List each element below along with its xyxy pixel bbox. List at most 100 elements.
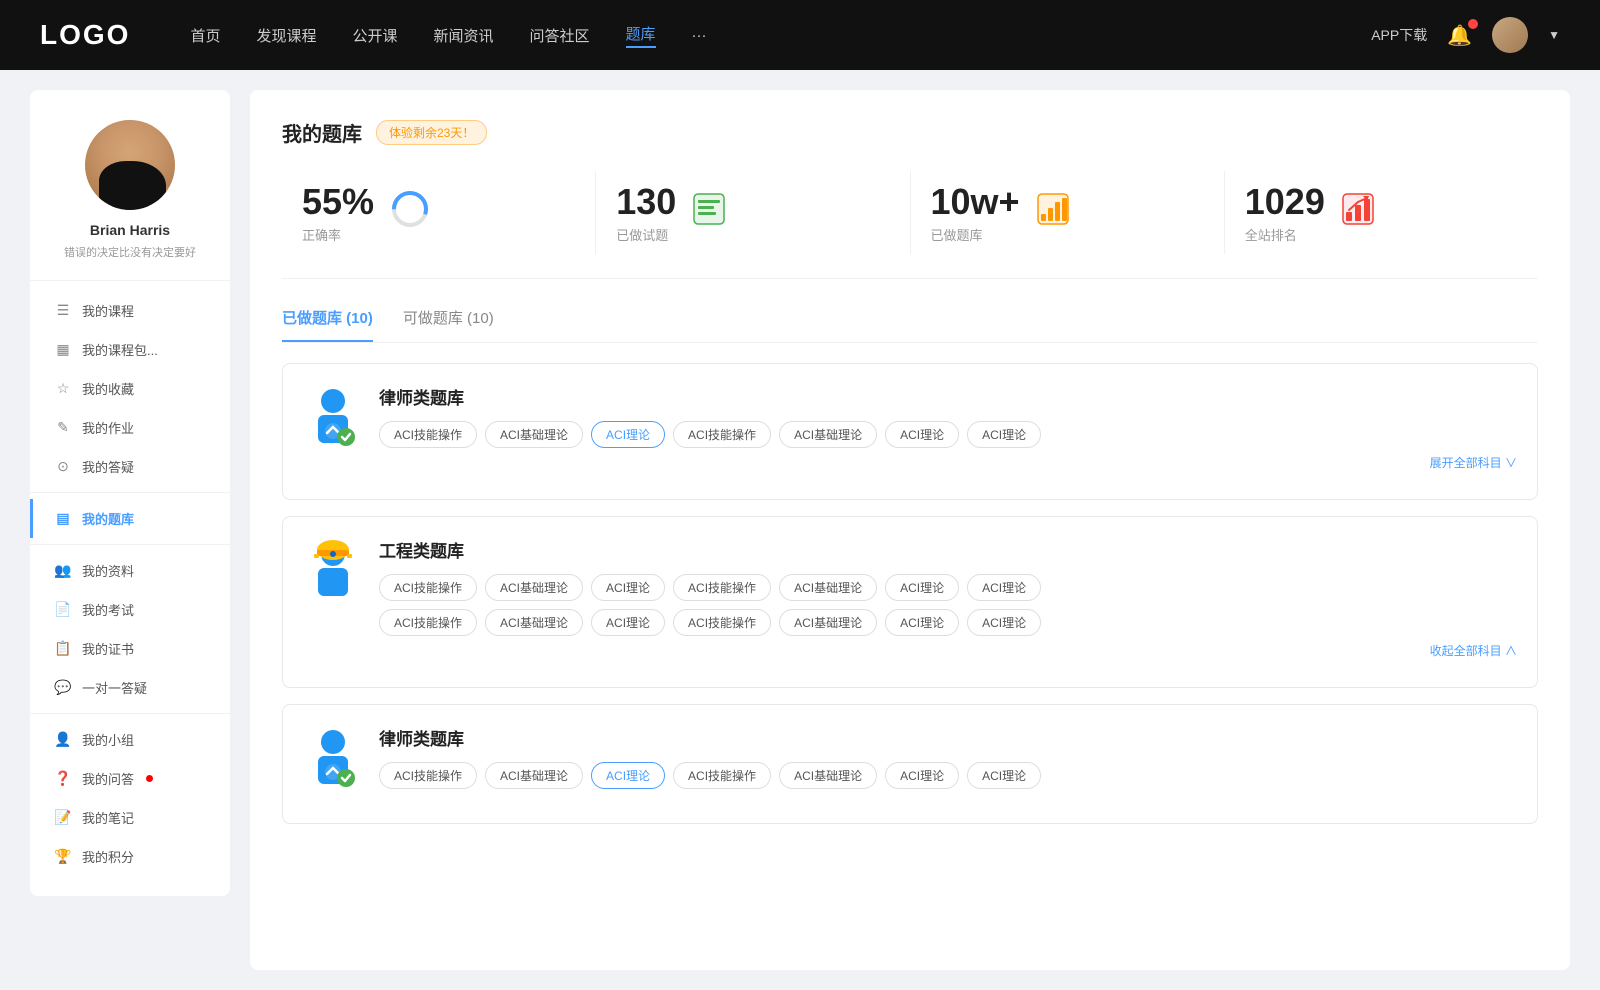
sidebar-item-1on1[interactable]: 💬 一对一答疑 [30,668,230,707]
avatar[interactable] [1492,17,1528,53]
stat-done-questions: 130 已做试题 [596,171,910,254]
bank-header: 律师类题库 ACI技能操作 ACI基础理论 ACI理论 ACI技能操作 ACI基… [303,384,1517,471]
bank-tag[interactable]: ACI理论 [885,762,959,789]
bank-tag[interactable]: ACI技能操作 [673,421,771,448]
accuracy-chart-icon [390,189,430,236]
stat-done-questions-label: 已做试题 [616,225,676,244]
bank-tag[interactable]: ACI技能操作 [673,762,771,789]
sidebar-item-exam[interactable]: 📄 我的考试 [30,590,230,629]
sidebar-item-group[interactable]: 👤 我的小组 [30,720,230,759]
sidebar-item-course-packages[interactable]: ▦ 我的课程包... [30,330,230,369]
myqa-icon: ❓ [54,770,72,787]
question-bank-icon: ▤ [54,510,72,527]
bank-tag[interactable]: ACI基础理论 [779,762,877,789]
notification-bell-icon[interactable]: 🔔 [1447,23,1472,48]
bank-tag[interactable]: ACI技能操作 [379,609,477,636]
bank-title: 工程类题库 [379,537,1517,562]
sidebar-item-label: 我的答疑 [82,457,134,476]
sidebar-item-courses[interactable]: ☰ 我的课程 [30,291,230,330]
nav-news[interactable]: 新闻资讯 [434,25,494,46]
bank-tag[interactable]: ACI基础理论 [485,574,583,601]
bank-tag[interactable]: ACI技能操作 [673,574,771,601]
sidebar-item-questions[interactable]: ⊙ 我的答疑 [30,447,230,486]
sidebar-item-points[interactable]: 🏆 我的积分 [30,837,230,876]
bank-title: 律师类题库 [379,725,1517,750]
notification-badge [1468,19,1478,29]
bank-tag[interactable]: ACI技能操作 [379,762,477,789]
nav-opencourse[interactable]: 公开课 [352,25,397,46]
bank-tag-active[interactable]: ACI理论 [591,762,665,789]
sidebar-item-certificate[interactable]: 📋 我的证书 [30,629,230,668]
sidebar-item-label: 我的作业 [82,418,134,437]
nav-discover[interactable]: 发现课程 [256,25,316,46]
page-title-row: 我的题库 体验剩余23天！ [282,118,1538,147]
questions-icon: ⊙ [54,458,72,475]
sidebar-item-label: 我的小组 [82,730,134,749]
stat-done-banks: 10w+ 已做题库 [911,171,1225,254]
stat-accuracy-number: 55% [302,181,374,223]
bank-tag[interactable]: ACI基础理论 [779,421,877,448]
app-download-button[interactable]: APP下载 [1371,25,1427,45]
favorites-icon: ☆ [54,380,72,397]
stat-accuracy: 55% 正确率 [282,171,596,254]
sidebar-item-question-bank[interactable]: ▤ 我的题库 [30,499,230,538]
bank-section-engineer: 工程类题库 ACI技能操作 ACI基础理论 ACI理论 ACI技能操作 ACI基… [282,516,1538,688]
group-icon: 👤 [54,731,72,748]
avatar-dropdown-icon[interactable]: ▼ [1548,28,1560,42]
sidebar-profile: Brian Harris 错误的决定比没有决定要好 [30,110,230,281]
sidebar-item-favorites[interactable]: ☆ 我的收藏 [30,369,230,408]
nav-question-bank[interactable]: 题库 [626,23,656,48]
1on1-icon: 💬 [54,679,72,696]
bank-tags: ACI技能操作 ACI基础理论 ACI理论 ACI技能操作 ACI基础理论 AC… [379,762,1517,789]
bank-tag[interactable]: ACI技能操作 [379,574,477,601]
tab-available-banks[interactable]: 可做题库 (10) [403,307,494,342]
bank-tags: ACI技能操作 ACI基础理论 ACI理论 ACI技能操作 ACI基础理论 AC… [379,421,1517,448]
bank-tag[interactable]: ACI基础理论 [485,421,583,448]
bank-tag[interactable]: ACI基础理论 [779,609,877,636]
bank-tag[interactable]: ACI理论 [967,762,1041,789]
bank-tag[interactable]: ACI理论 [591,574,665,601]
bank-tag-active[interactable]: ACI理论 [591,421,665,448]
bank-tag[interactable]: ACI基础理论 [485,609,583,636]
profile-icon: 👥 [54,562,72,579]
sidebar-item-notes[interactable]: 📝 我的笔记 [30,798,230,837]
bank-section-lawyer-2: 律师类题库 ACI技能操作 ACI基础理论 ACI理论 ACI技能操作 ACI基… [282,704,1538,824]
sidebar-menu: ☰ 我的课程 ▦ 我的课程包... ☆ 我的收藏 ✎ 我的作业 ⊙ 我的答疑 ▤ [30,291,230,876]
bank-tag[interactable]: ACI理论 [885,421,959,448]
main-container: Brian Harris 错误的决定比没有决定要好 ☰ 我的课程 ▦ 我的课程包… [0,70,1600,990]
sidebar-item-label: 我的证书 [82,639,134,658]
stat-accuracy-label: 正确率 [302,225,374,244]
stat-accuracy-info: 55% 正确率 [302,181,374,244]
nav-home[interactable]: 首页 [190,25,220,46]
bank-tag[interactable]: ACI理论 [967,609,1041,636]
sidebar-item-homework[interactable]: ✎ 我的作业 [30,408,230,447]
nav-qa[interactable]: 问答社区 [530,25,590,46]
stat-done-questions-number: 130 [616,181,676,223]
bank-tag[interactable]: ACI理论 [591,609,665,636]
bank-tag[interactable]: ACI理论 [967,574,1041,601]
bank-tag[interactable]: ACI基础理论 [779,574,877,601]
expand-button[interactable]: 展开全部科目 ∨ [379,454,1517,471]
bank-tag[interactable]: ACI技能操作 [673,609,771,636]
stat-done-banks-label: 已做题库 [931,225,1020,244]
bank-tag[interactable]: ACI基础理论 [485,762,583,789]
tab-done-banks[interactable]: 已做题库 (10) [282,307,373,342]
bank-tag[interactable]: ACI理论 [885,609,959,636]
bank-icon-lawyer2 [303,725,363,795]
sidebar-item-label: 我的积分 [82,847,134,866]
sidebar-item-myqa[interactable]: ❓ 我的问答 [30,759,230,798]
sidebar-item-label: 我的收藏 [82,379,134,398]
done-questions-icon [692,192,726,233]
sidebar-item-label: 我的题库 [82,509,134,528]
collapse-button[interactable]: 收起全部科目 ∧ [379,642,1517,659]
stat-ranking-number: 1029 [1245,181,1325,223]
bank-tag[interactable]: ACI理论 [885,574,959,601]
bank-tag[interactable]: ACI理论 [967,421,1041,448]
sidebar-item-profile[interactable]: 👥 我的资料 [30,551,230,590]
stats-row: 55% 正确率 130 已做试题 [282,171,1538,279]
notes-icon: 📝 [54,809,72,826]
bank-tag[interactable]: ACI技能操作 [379,421,477,448]
bank-title: 律师类题库 [379,384,1517,409]
nav-more[interactable]: ··· [692,27,707,44]
sidebar-item-label: 我的资料 [82,561,134,580]
